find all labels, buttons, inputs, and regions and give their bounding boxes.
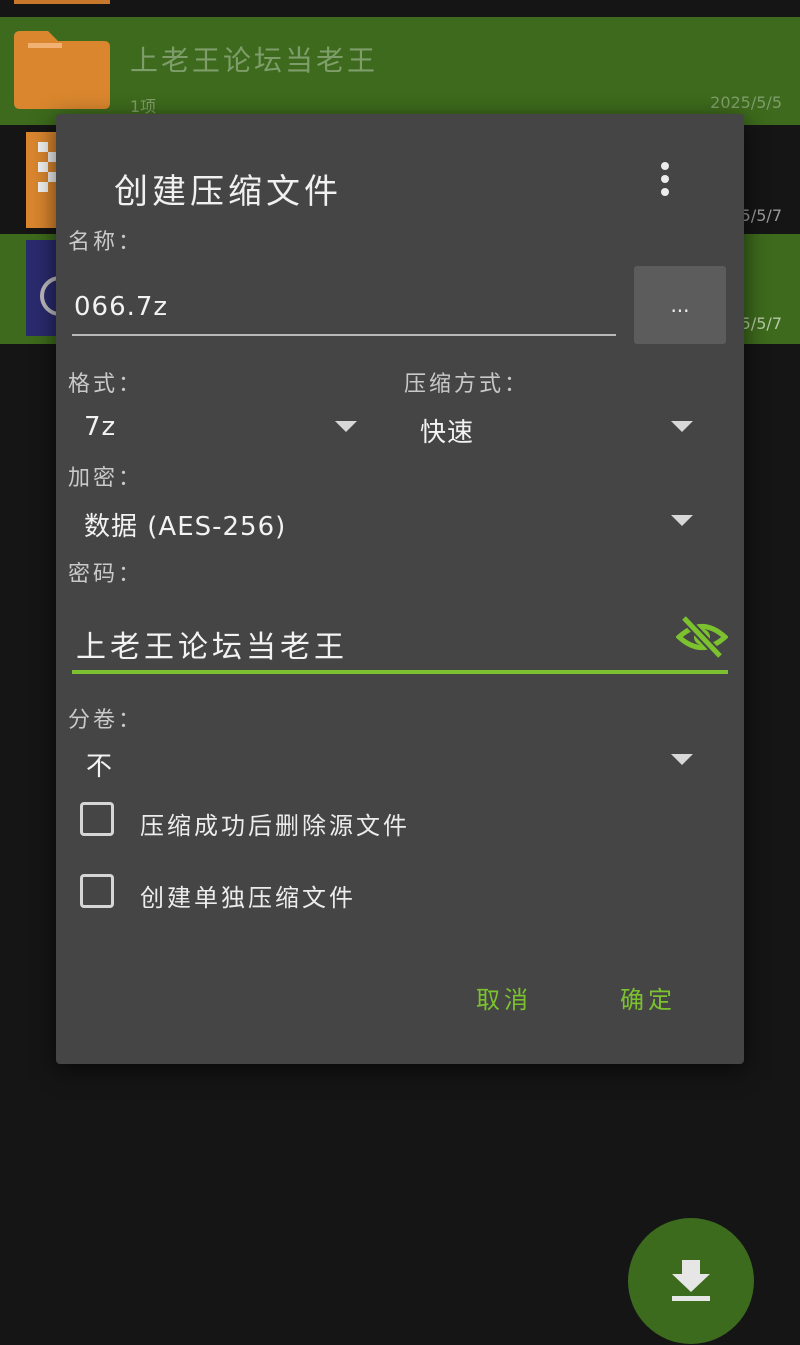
folder-icon	[14, 0, 110, 4]
row-date: 2025/5/5	[710, 93, 782, 112]
name-field-underline	[72, 334, 616, 336]
password-field-underline	[72, 670, 728, 674]
cancel-button[interactable]: 取消	[476, 980, 532, 1015]
password-field[interactable]: 上老王论坛当老王	[76, 622, 348, 666]
encrypt-label: 加密：	[68, 466, 144, 491]
download-button[interactable]	[628, 1218, 754, 1344]
visibility-off-icon[interactable]	[676, 614, 728, 660]
ok-button[interactable]: 确定	[620, 980, 676, 1015]
row-date: 5/5/7	[740, 314, 782, 333]
row-date: 5/5/7	[740, 206, 782, 225]
format-label: 格式：	[68, 372, 144, 397]
delete-after-label[interactable]: 压缩成功后删除源文件	[140, 806, 410, 841]
list-item[interactable]	[0, 0, 800, 12]
password-label: 密码：	[68, 562, 144, 587]
method-label: 压缩方式：	[404, 372, 530, 397]
name-label: 名称：	[68, 230, 144, 255]
delete-after-checkbox[interactable]	[80, 802, 114, 836]
create-archive-dialog: 创建压缩文件 名称： 066.7z ... 格式： 7z 压缩方式： 快速 加密…	[56, 114, 744, 1064]
name-field[interactable]: 066.7z	[74, 292, 168, 322]
separate-archive-checkbox[interactable]	[80, 874, 114, 908]
split-label: 分卷：	[68, 708, 144, 733]
list-item-selected[interactable]: 上老王论坛当老王 1项 2025/5/5	[0, 17, 800, 125]
more-vert-icon[interactable]	[652, 158, 678, 202]
dialog-title: 创建压缩文件	[114, 172, 342, 212]
browse-button[interactable]: ...	[634, 266, 726, 344]
encrypt-select[interactable]: 数据 (AES-256)	[84, 506, 286, 543]
archive-icon	[26, 132, 60, 228]
method-select[interactable]: 快速	[420, 412, 474, 449]
folder-icon	[14, 31, 110, 109]
chevron-down-icon[interactable]	[671, 754, 693, 765]
file-icon	[26, 240, 60, 336]
format-select[interactable]: 7z	[84, 412, 116, 442]
download-icon	[672, 1260, 710, 1301]
chevron-down-icon[interactable]	[671, 421, 693, 432]
row-title: 上老王论坛当老王	[130, 44, 379, 77]
split-select[interactable]: 不	[86, 746, 113, 783]
chevron-down-icon[interactable]	[335, 421, 357, 432]
separate-archive-label[interactable]: 创建单独压缩文件	[140, 878, 356, 913]
chevron-down-icon[interactable]	[671, 515, 693, 526]
